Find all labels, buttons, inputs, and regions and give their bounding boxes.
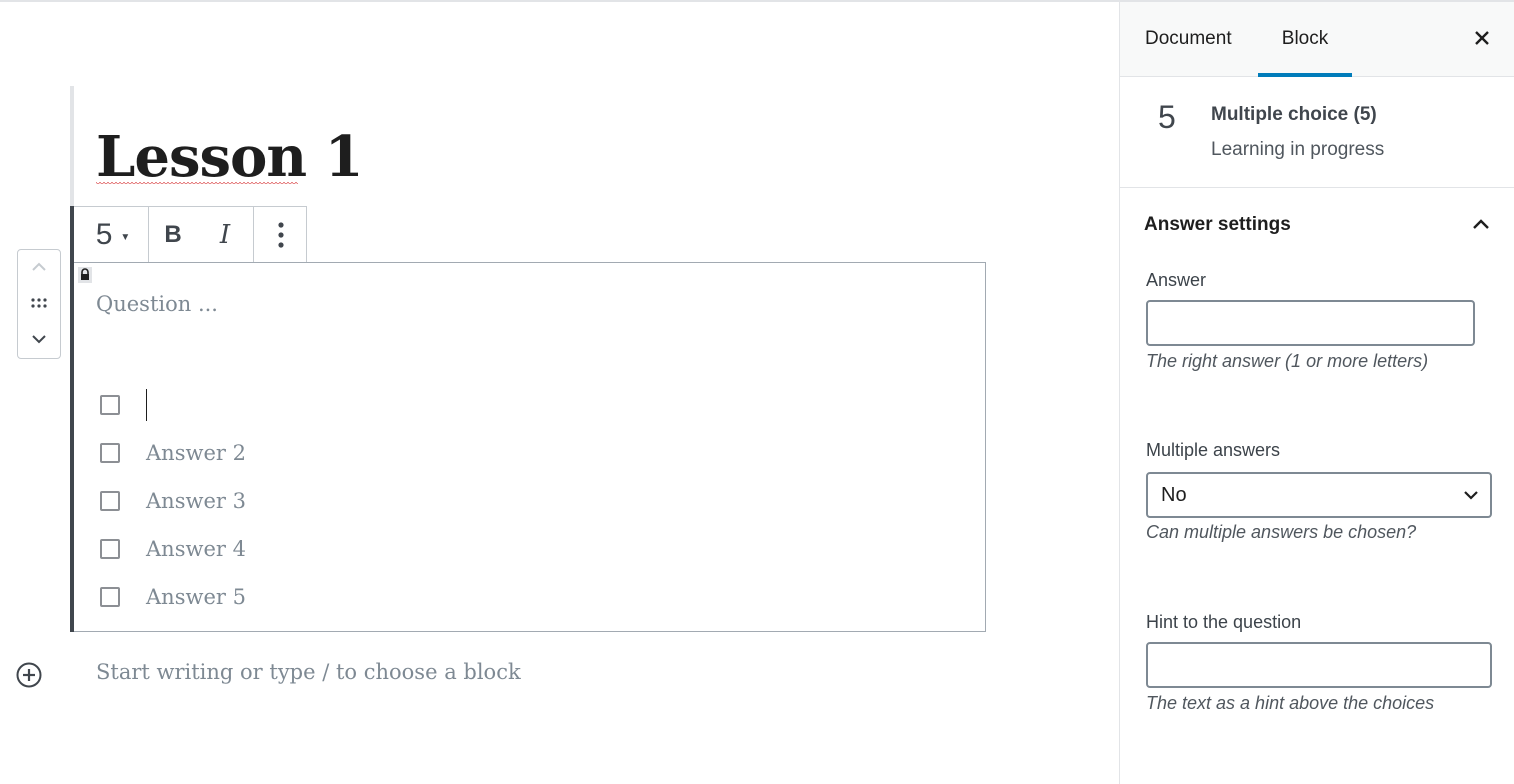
answer-item[interactable]: Answer 4 [100, 525, 246, 573]
settings-sidebar: Document Block 5 Multiple choice (5) Lea… [1119, 2, 1514, 784]
multiple-answers-label: Multiple answers [1146, 440, 1281, 460]
bold-button[interactable]: B [149, 208, 197, 262]
block-type-icon: 5 [1158, 99, 1176, 135]
block-card: 5 Multiple choice (5) Learning in progre… [1120, 77, 1514, 188]
chevron-down-icon [1464, 491, 1478, 500]
close-sidebar-button[interactable] [1470, 26, 1494, 50]
toolbar-group-format: B I [149, 207, 254, 263]
answer-text[interactable]: Answer 5 [146, 585, 246, 609]
answer-item[interactable]: Answer 5 [100, 573, 246, 621]
chevron-up-icon [1473, 219, 1489, 229]
tab-block[interactable]: Block [1258, 2, 1352, 77]
answer-item[interactable]: Answer 3 [100, 477, 246, 525]
tab-document[interactable]: Document [1145, 2, 1232, 76]
add-block-icon[interactable] [15, 661, 43, 689]
text-cursor [146, 389, 147, 421]
lock-icon [78, 267, 92, 283]
multiple-answers-help: Can multiple answers be chosen? [1146, 522, 1417, 542]
spellcheck-underline [96, 182, 298, 186]
hint-help: The text as a hint above the choices [1146, 693, 1435, 713]
more-options-button[interactable] [254, 208, 307, 262]
answer-text[interactable]: Answer 3 [146, 489, 246, 513]
block-appender-placeholder[interactable]: Start writing or type / to choose a bloc… [96, 660, 521, 684]
answer-item[interactable]: Answer 2 [100, 429, 246, 477]
answer-list: Answer 2 Answer 3 Answer 4 Answer 5 [100, 381, 246, 621]
sidebar-tabs: Document Block [1120, 2, 1514, 77]
caret-down-icon: ▼ [120, 231, 131, 243]
toolbar-group-heading: 5 ▼ [74, 207, 149, 263]
multiple-answers-value: No [1161, 484, 1187, 506]
heading-level-value: 5 [95, 218, 113, 251]
italic-button[interactable]: I [197, 208, 253, 262]
answer-text[interactable]: Answer 2 [146, 441, 246, 465]
editor-canvas: Lesson 1 5 ▼ B I Question ... Answer 2 A… [0, 2, 1119, 784]
panel-title: Answer settings [1144, 214, 1291, 235]
question-input[interactable]: Question ... [96, 292, 218, 316]
answer-settings-panel-toggle[interactable]: Answer settings [1120, 188, 1514, 262]
chevron-down-icon [32, 335, 46, 344]
answer-checkbox[interactable] [100, 587, 120, 607]
hint-input[interactable] [1146, 642, 1492, 688]
block-mover [17, 249, 61, 359]
toolbar-group-more [254, 207, 307, 263]
hint-label: Hint to the question [1146, 612, 1302, 632]
heading-level-dropdown[interactable]: 5 ▼ [74, 208, 148, 262]
vertical-ellipsis-icon [277, 222, 284, 248]
answer-input[interactable] [1146, 300, 1475, 346]
drag-dots-icon [31, 298, 47, 308]
move-down-button[interactable] [18, 322, 60, 356]
answer-item[interactable] [100, 381, 246, 429]
multiple-choice-block[interactable]: Question ... Answer 2 Answer 3 Answer 4 [74, 262, 986, 632]
drag-handle[interactable] [18, 286, 60, 320]
move-up-button[interactable] [18, 250, 60, 284]
answer-help: The right answer (1 or more letters) [1146, 351, 1429, 371]
answer-label: Answer [1146, 270, 1207, 290]
block-card-description: Learning in progress [1211, 139, 1385, 160]
block-toolbar: 5 ▼ B I [74, 206, 307, 264]
title-focus-bar [70, 86, 74, 208]
answer-checkbox[interactable] [100, 443, 120, 463]
close-icon [1475, 31, 1489, 45]
answer-checkbox[interactable] [100, 491, 120, 511]
chevron-up-icon [32, 262, 46, 271]
answer-text[interactable]: Answer 4 [146, 537, 246, 561]
block-card-title: Multiple choice (5) [1211, 104, 1377, 125]
answer-checkbox[interactable] [100, 395, 120, 415]
multiple-answers-select[interactable]: No [1146, 472, 1492, 518]
answer-checkbox[interactable] [100, 539, 120, 559]
